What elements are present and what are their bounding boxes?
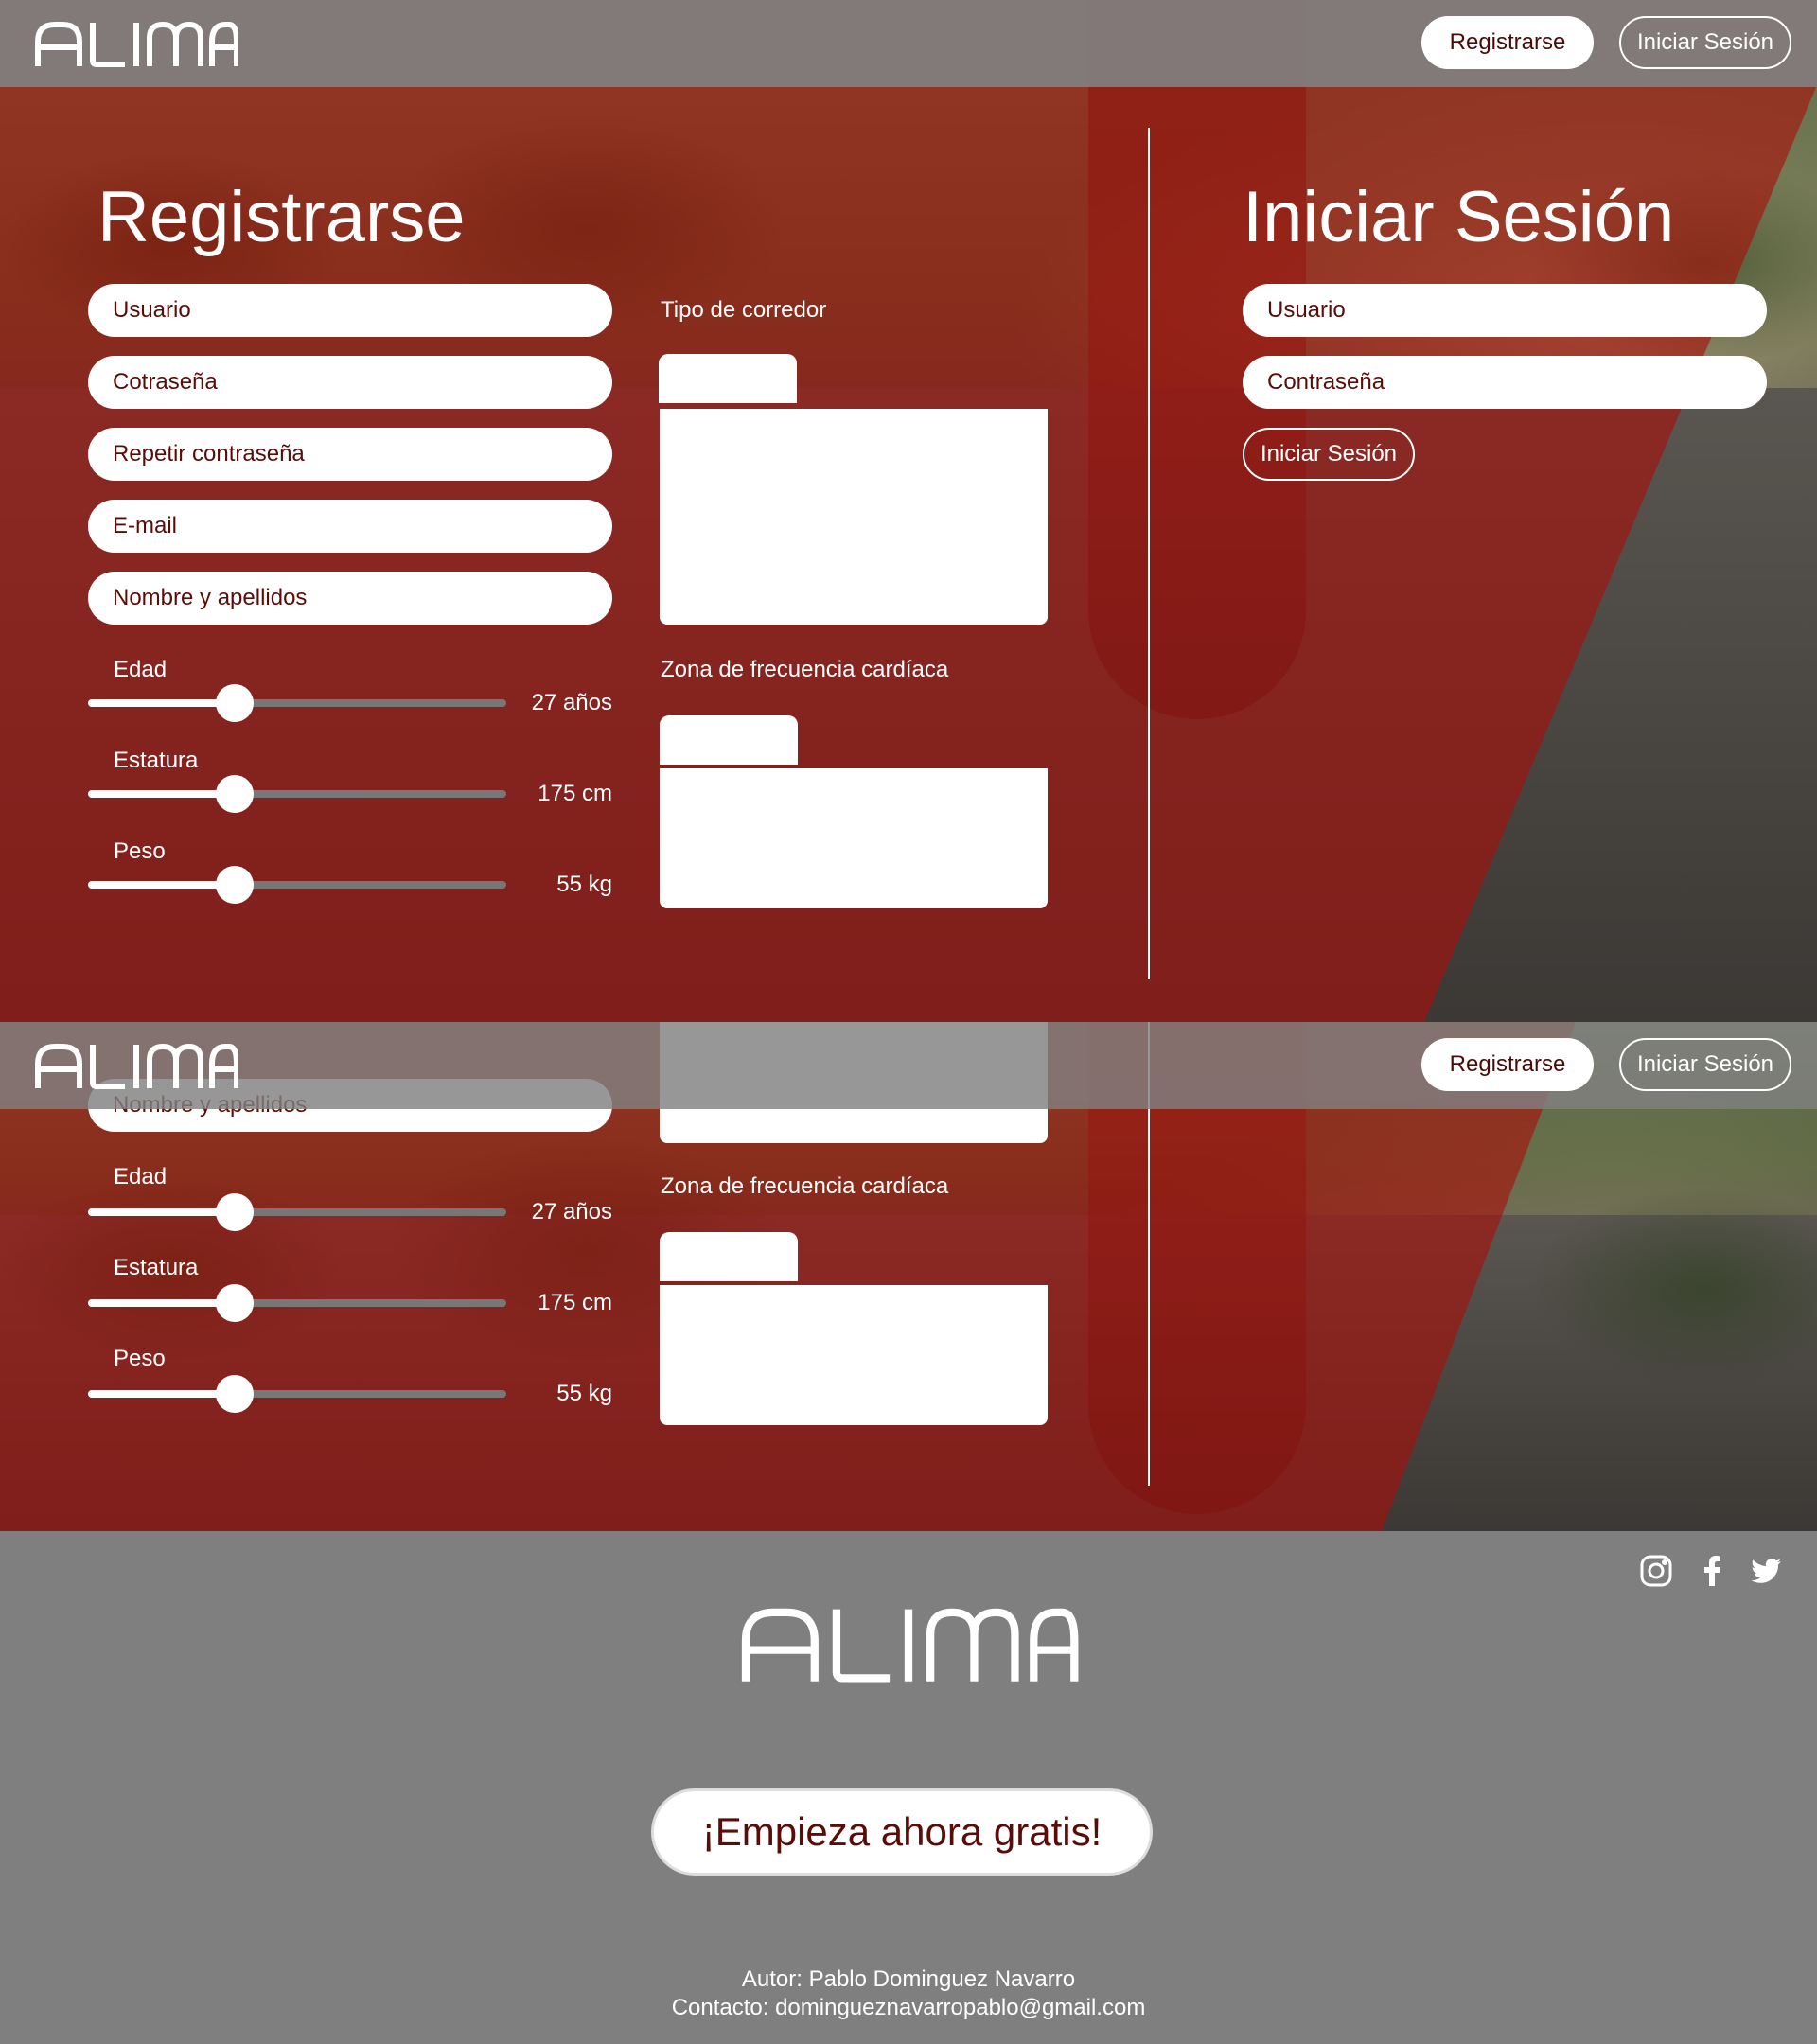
heart-zone-label: Zona de frecuencia cardíaca bbox=[661, 657, 949, 682]
runner-type-label: Tipo de corredor bbox=[661, 297, 827, 323]
age-slider[interactable] bbox=[88, 1193, 506, 1231]
facebook-icon[interactable] bbox=[1696, 1554, 1730, 1588]
height-slider[interactable] bbox=[88, 775, 506, 813]
height-slider-fill bbox=[88, 790, 235, 798]
login-submit-button[interactable]: Iniciar Sesión bbox=[1243, 428, 1415, 481]
top-navbar: Registrarse Iniciar Sesión bbox=[0, 0, 1817, 87]
age-value: 27 años bbox=[531, 1199, 612, 1225]
register-fullname-input[interactable]: Nombre y apellidos bbox=[88, 572, 612, 625]
weight-slider-thumb[interactable] bbox=[215, 866, 254, 904]
register-email-input[interactable]: E-mail bbox=[88, 500, 612, 553]
height-slider[interactable] bbox=[88, 1284, 506, 1322]
height-slider-thumb[interactable] bbox=[215, 1284, 254, 1322]
weight-slider[interactable] bbox=[88, 866, 506, 904]
weight-slider-fill bbox=[88, 1390, 235, 1398]
nav-login-button[interactable]: Iniciar Sesión bbox=[1619, 1038, 1791, 1091]
login-title: Iniciar Sesión bbox=[1243, 177, 1675, 257]
height-slider-thumb[interactable] bbox=[215, 775, 254, 813]
form-divider bbox=[1148, 128, 1150, 979]
age-slider-thumb[interactable] bbox=[215, 684, 254, 722]
instagram-icon[interactable] bbox=[1639, 1554, 1673, 1588]
nav-login-button[interactable]: Iniciar Sesión bbox=[1619, 16, 1791, 69]
runner-type-box[interactable] bbox=[660, 409, 1048, 625]
register-repeat-password-input[interactable]: Repetir contraseña bbox=[88, 428, 612, 481]
height-label: Estatura bbox=[114, 748, 199, 773]
start-free-button[interactable]: ¡Empieza ahora gratis! bbox=[651, 1788, 1153, 1876]
nav-register-button[interactable]: Registrarse bbox=[1421, 1038, 1594, 1091]
height-value: 175 cm bbox=[538, 781, 612, 806]
height-slider-fill bbox=[88, 1299, 235, 1307]
heart-zone-box[interactable] bbox=[660, 1285, 1048, 1425]
register-title: Registrarse bbox=[97, 177, 466, 257]
height-label: Estatura bbox=[114, 1255, 199, 1280]
heart-zone-label: Zona de frecuencia cardíaca bbox=[661, 1173, 949, 1199]
age-slider-thumb[interactable] bbox=[215, 1193, 254, 1231]
weight-slider-thumb[interactable] bbox=[215, 1375, 254, 1413]
alma-logo[interactable] bbox=[34, 19, 239, 68]
weight-label: Peso bbox=[114, 1346, 166, 1371]
alma-logo[interactable] bbox=[34, 1041, 239, 1090]
runner-type-tab[interactable] bbox=[659, 354, 797, 403]
footer-alma-logo bbox=[738, 1603, 1079, 1684]
nav-register-button[interactable]: Registrarse bbox=[1421, 16, 1594, 69]
age-label: Edad bbox=[114, 657, 168, 682]
height-value: 175 cm bbox=[538, 1290, 612, 1315]
author-credit: Autor: Pablo Dominguez Navarro bbox=[741, 1966, 1076, 1992]
age-slider-fill bbox=[88, 699, 235, 707]
weight-value: 55 kg bbox=[556, 872, 612, 897]
age-value: 27 años bbox=[531, 690, 612, 715]
top-navbar-sticky: Registrarse Iniciar Sesión bbox=[0, 1022, 1817, 1109]
weight-label: Peso bbox=[114, 838, 166, 864]
age-label: Edad bbox=[114, 1164, 168, 1189]
heart-zone-tab[interactable] bbox=[660, 715, 798, 765]
hero-section: Registrarse Usuario Cotraseña Repetir co… bbox=[0, 0, 1817, 1022]
login-password-input[interactable]: Contraseña bbox=[1243, 356, 1767, 409]
twitter-icon[interactable] bbox=[1749, 1554, 1783, 1588]
register-user-input[interactable]: Usuario bbox=[88, 284, 612, 337]
weight-slider-fill bbox=[88, 881, 235, 889]
weight-slider[interactable] bbox=[88, 1375, 506, 1413]
login-user-input[interactable]: Usuario bbox=[1243, 284, 1767, 337]
age-slider[interactable] bbox=[88, 684, 506, 722]
contact-email[interactable]: Contacto: domingueznavarropablo@gmail.co… bbox=[0, 1995, 1817, 2021]
register-password-input[interactable]: Cotraseña bbox=[88, 356, 612, 409]
weight-value: 55 kg bbox=[556, 1381, 612, 1406]
age-slider-fill bbox=[88, 1208, 235, 1216]
page: Registrarse Usuario Cotraseña Repetir co… bbox=[0, 0, 1817, 2044]
heart-zone-tab[interactable] bbox=[660, 1232, 798, 1281]
heart-zone-box[interactable] bbox=[660, 768, 1048, 908]
footer: ¡Empieza ahora gratis! Autor: Pablo Domi… bbox=[0, 1531, 1817, 2044]
